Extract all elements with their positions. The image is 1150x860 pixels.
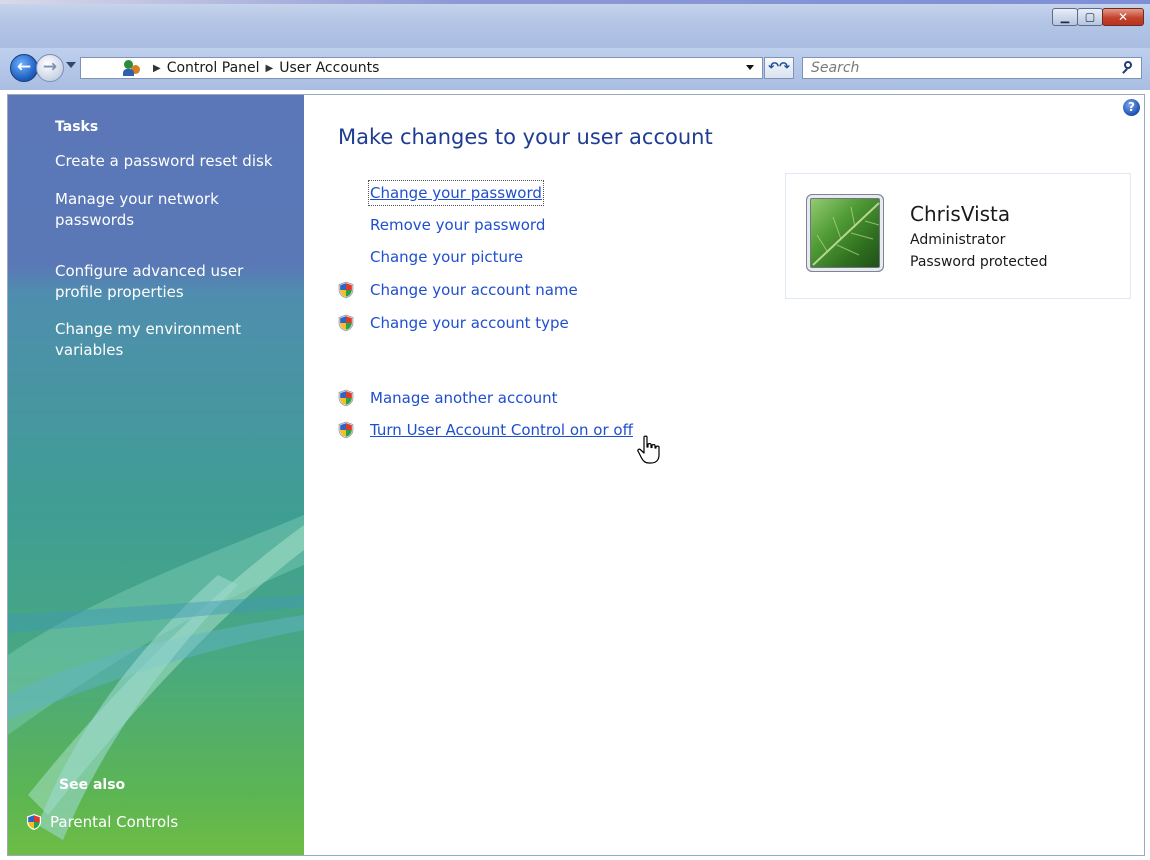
change-password-link[interactable]: Change your password (338, 180, 544, 206)
address-dropdown-icon[interactable] (746, 65, 754, 70)
turn-uac-on-off-label: Turn User Account Control on or off (370, 421, 633, 439)
uac-shield-icon (338, 421, 354, 439)
remove-password-link[interactable]: Remove your password (338, 213, 545, 237)
page-title: Make changes to your user account (338, 125, 713, 149)
account-name: ChrisVista (910, 202, 1011, 226)
remove-password-label: Remove your password (370, 216, 546, 234)
account-status: Password protected (910, 254, 1048, 270)
configure-advanced-profile-link[interactable]: Configure advanced user profile properti… (55, 261, 285, 303)
navigation-bar: ← → ▶ Control Panel ▶ User Accounts ↶↷ S… (0, 48, 1150, 90)
manage-another-account-label: Manage another account (370, 389, 558, 407)
title-bar: ▁ ▢ ✕ (0, 0, 1150, 48)
uac-shield-icon (338, 389, 354, 407)
breadcrumb-separator-icon[interactable]: ▶ (153, 63, 161, 74)
breadcrumb-user-accounts[interactable]: User Accounts (279, 60, 379, 76)
refresh-icon: ↶↷ (768, 60, 790, 75)
uac-shield-icon (338, 314, 354, 332)
parental-controls-link[interactable]: Parental Controls (26, 813, 178, 831)
manage-network-passwords-link[interactable]: Manage your network passwords (55, 189, 285, 231)
search-input[interactable]: Search (802, 57, 1142, 79)
change-account-name-link[interactable]: Change your account name (338, 278, 578, 302)
task-pane: Tasks Create a password reset disk Manag… (8, 95, 304, 855)
back-button[interactable]: ← (10, 54, 38, 82)
breadcrumb-control-panel[interactable]: Control Panel (167, 60, 260, 76)
uac-shield-icon (27, 814, 41, 830)
uac-shield-icon (338, 281, 354, 299)
search-icon[interactable] (1121, 61, 1135, 75)
address-bar[interactable]: ▶ Control Panel ▶ User Accounts (80, 57, 763, 79)
back-arrow-icon: ← (16, 57, 32, 77)
change-account-type-label: Change your account type (370, 314, 569, 332)
minimize-icon: ▁ (1060, 10, 1070, 24)
manage-another-account-link[interactable]: Manage another account (338, 386, 558, 410)
minimize-button[interactable]: ▁ (1052, 8, 1078, 26)
breadcrumb-separator-icon[interactable]: ▶ (266, 63, 274, 74)
leaf-picture-icon (812, 202, 880, 266)
create-password-reset-disk-link[interactable]: Create a password reset disk (55, 151, 285, 172)
maximize-button[interactable]: ▢ (1077, 8, 1103, 26)
change-picture-link[interactable]: Change your picture (338, 245, 523, 269)
window-content: Tasks Create a password reset disk Manag… (7, 94, 1145, 856)
see-also-heading: See also (59, 777, 126, 793)
window-controls: ▁ ▢ ✕ (1052, 8, 1144, 26)
refresh-button[interactable]: ↶↷ (764, 57, 794, 79)
change-environment-variables-link[interactable]: Change my environment variables (55, 319, 285, 361)
hand-cursor-icon (637, 435, 660, 464)
close-button[interactable]: ✕ (1102, 8, 1144, 26)
turn-uac-on-off-link[interactable]: Turn User Account Control on or off (338, 418, 633, 442)
maximize-icon: ▢ (1084, 10, 1096, 24)
help-icon[interactable]: ? (1123, 99, 1140, 116)
parental-controls-label: Parental Controls (50, 813, 179, 831)
close-icon: ✕ (1117, 10, 1129, 24)
search-placeholder: Search (811, 60, 860, 76)
title-bar-strip (0, 0, 1150, 4)
change-account-name-label: Change your account name (370, 281, 578, 299)
recent-pages-dropdown-icon[interactable] (66, 62, 76, 68)
avatar (806, 194, 884, 272)
account-type: Administrator (910, 232, 1006, 248)
user-accounts-icon (123, 60, 141, 76)
change-picture-label: Change your picture (370, 248, 524, 266)
forward-button[interactable]: → (36, 54, 64, 82)
account-card: ChrisVista Administrator Password protec… (785, 173, 1131, 299)
forward-arrow-icon: → (42, 57, 58, 77)
change-password-label: Change your password (368, 180, 544, 206)
change-account-type-link[interactable]: Change your account type (338, 311, 569, 335)
tasks-heading: Tasks (55, 119, 99, 135)
